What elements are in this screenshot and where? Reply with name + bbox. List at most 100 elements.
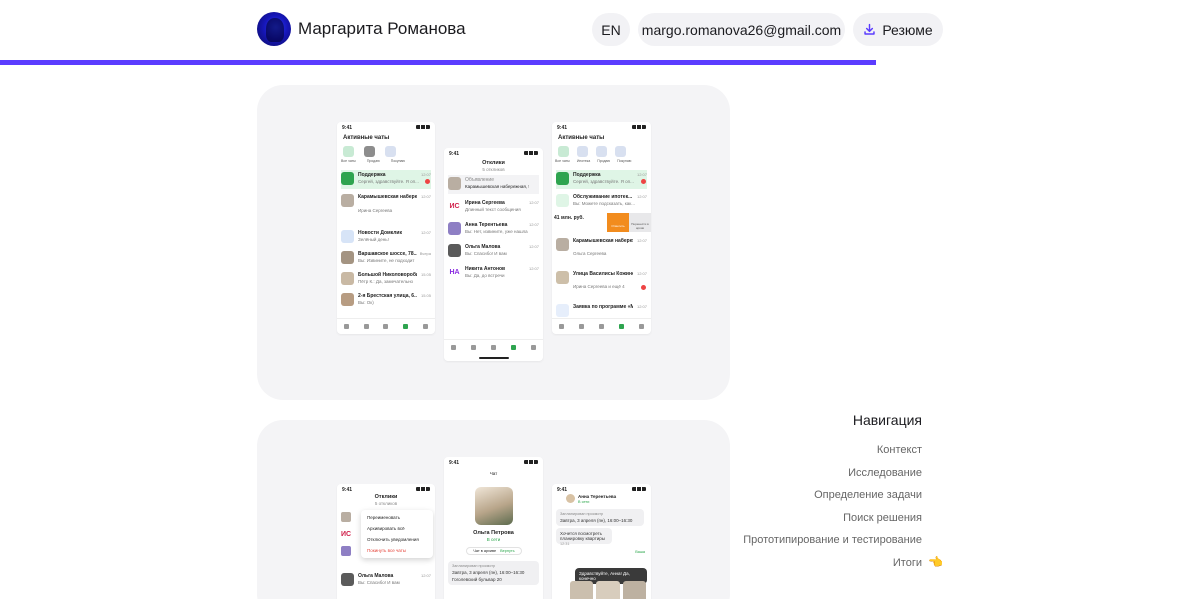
status-time: 9:41: [557, 125, 568, 131]
chat-row[interactable]: Новости Домклик Зелёный день! 12:07: [341, 228, 431, 247]
nav-item-research[interactable]: Исследование: [700, 467, 922, 479]
chat-preview: Зелёный день!: [358, 237, 389, 242]
chat-time: 12:07: [636, 172, 647, 177]
photo-thumbnail[interactable]: [570, 581, 594, 599]
chats-tab-icon[interactable]: [618, 324, 624, 329]
filter-chip[interactable]: [343, 146, 354, 157]
download-icon: [864, 23, 876, 35]
phone-responses-menu: 9:41 Отклики 5 откликов ИС Переименовать…: [337, 484, 435, 599]
filter-chip[interactable]: [385, 146, 396, 157]
message-preview: Вы: Да, до встречи: [465, 273, 505, 278]
online-status: В сети: [578, 500, 590, 504]
profile-tab-icon[interactable]: [422, 324, 428, 329]
person-avatar: [448, 244, 461, 257]
chats-tab-icon[interactable]: [403, 324, 409, 329]
restore-button[interactable]: Вернуть: [500, 549, 514, 553]
meeting-time: Завтра, 3 апреля (пн), 16:00–16:30: [452, 570, 525, 575]
response-row[interactable]: НА Никита Антонов Вы: Да, до встречи 12:…: [448, 264, 539, 283]
phone-chat-profile: 9:41 Чат Ольга Петрова В сети Чат в архи…: [444, 457, 543, 599]
person-photo: [475, 487, 513, 525]
chat-preview: Ольга Сергеева: [573, 251, 607, 256]
search-tab-icon[interactable]: [579, 324, 585, 329]
chat-row[interactable]: 2-я Брестская улица, 6... Вы: Ок) 15.05: [341, 291, 431, 310]
listing-label: Объявление: [465, 177, 494, 183]
photo-thumbnail[interactable]: [596, 581, 620, 599]
status-time: 9:41: [449, 151, 460, 157]
filter-chip[interactable]: [596, 146, 607, 157]
filter-chip[interactable]: [364, 146, 375, 157]
screens-card-2: 9:41 Отклики 5 откликов ИС Переименовать…: [257, 420, 730, 599]
meeting-card[interactable]: Запланирован просмотр Завтра, 3 апреля (…: [556, 509, 644, 526]
mark-action-button[interactable]: Отметить: [607, 213, 629, 232]
person-avatar: [341, 573, 354, 586]
filter-chip[interactable]: [577, 146, 588, 157]
status-icons: [416, 487, 430, 491]
chat-time: 12:07: [636, 238, 647, 243]
menu-item-rename[interactable]: Переименовать: [361, 512, 433, 523]
home-tab-icon[interactable]: [344, 324, 350, 329]
chat-row[interactable]: Карамышевская набережная, 5... Ольга Сер…: [556, 236, 647, 266]
status-time: 9:41: [342, 125, 353, 131]
message-preview: Длинный текст сообщения: [465, 207, 521, 212]
phone-responses: 9:41 Отклики 5 откликов Объявление Карам…: [444, 148, 543, 361]
menu-item-archive-all[interactable]: Архивировать всё: [361, 523, 433, 534]
response-row[interactable]: ИС Ирина Сергеева Длинный текст сообщени…: [448, 198, 539, 217]
person-avatar: [448, 222, 461, 235]
chat-row[interactable]: Улица Василисы Кожиной,... Ирина Сергеев…: [556, 269, 647, 299]
chat-preview: Вы: Можете подсказать, как...: [573, 201, 636, 206]
search-tab-icon[interactable]: [471, 345, 477, 350]
listing-thumbnail: [341, 293, 354, 306]
nav-item-results[interactable]: Итоги: [700, 557, 922, 569]
initials-avatar: ИС: [341, 531, 352, 538]
favorites-tab-icon[interactable]: [383, 324, 389, 329]
chat-row[interactable]: Обслуживание ипотек... Вы: Можете подска…: [556, 192, 647, 211]
listing-row[interactable]: Объявление Карамышевская набережная, 56.…: [448, 175, 539, 194]
chat-preview: Вы: Извините, не подходит: [358, 258, 415, 263]
filter-chip[interactable]: [558, 146, 569, 157]
photo-thumbnail[interactable]: [622, 581, 646, 599]
response-row[interactable]: Анна Терентьева Вы: Нет, извините, уже н…: [448, 220, 539, 239]
email-button[interactable]: margo.romanova26@gmail.com: [638, 13, 845, 46]
phone-active-chats-swipe: 9:41 Активные чаты Все чаты Ипотека Прод…: [552, 122, 651, 334]
meeting-card[interactable]: Запланирован просмотр Завтра, 3 апреля (…: [448, 561, 539, 585]
language-button[interactable]: EN: [592, 13, 630, 46]
archive-action-button[interactable]: Перенести в архив: [629, 213, 651, 232]
chat-row[interactable]: Поддержка Сергей, здравствуйте. Я оп... …: [341, 170, 431, 189]
profile-tab-icon[interactable]: [638, 324, 644, 329]
filter-label: Ипотека: [576, 159, 591, 163]
response-row[interactable]: Ольга Малова Вы: Спасибо! И вам 12:07: [341, 571, 431, 590]
listing-thumbnail: [341, 194, 354, 207]
message-preview: Вы: Спасибо! И вам: [358, 580, 400, 585]
resume-button[interactable]: Резюме: [853, 13, 943, 46]
home-tab-icon[interactable]: [451, 345, 457, 350]
chat-row[interactable]: Большой Николоворобин... Пётр К.: Да, за…: [341, 270, 431, 289]
screen-title: Чат: [489, 471, 498, 476]
swiped-chat-row[interactable]: 41 млн. руб. Отметить Перенести в архив: [552, 213, 651, 232]
home-tab-icon[interactable]: [559, 324, 565, 329]
response-row[interactable]: Ольга Малова Вы: Спасибо! И вам 12:07: [448, 242, 539, 261]
chats-tab-icon[interactable]: [510, 345, 516, 350]
phone-chat-conversation: 9:41 Анна Терентьева В сети Запланирован…: [552, 484, 651, 599]
chat-time: 12:07: [420, 194, 431, 199]
favorites-tab-icon[interactable]: [490, 345, 496, 350]
chat-preview: Сергей, здравствуйте. Я оп...: [573, 179, 634, 184]
nav-item-problem-definition[interactable]: Определение задачи: [700, 489, 922, 501]
meeting-place: Гоголевский бульвар 20: [452, 577, 502, 582]
chat-title: Варшавское шоссе, 78...: [358, 251, 417, 257]
nav-item-context[interactable]: Контекст: [700, 444, 922, 456]
search-tab-icon[interactable]: [363, 324, 369, 329]
nav-item-solution-search[interactable]: Поиск решения: [700, 512, 922, 524]
online-status: В сети: [486, 537, 501, 542]
filter-chip[interactable]: [615, 146, 626, 157]
menu-item-leave-all[interactable]: Покинуть все чаты: [361, 545, 433, 556]
nav-item-prototyping[interactable]: Прототипирование и тестирование: [700, 534, 922, 546]
chat-row[interactable]: Варшавское шоссе, 78... Вы: Извините, не…: [341, 249, 431, 268]
chat-row[interactable]: Карамышевская набережная, 5... Ирина Сер…: [341, 192, 431, 226]
filter-label: Все чаты: [341, 159, 356, 163]
profile-tab-icon[interactable]: [530, 345, 536, 350]
chat-row[interactable]: Поддержка Сергей, здравствуйте. Я оп... …: [556, 170, 647, 189]
favorites-tab-icon[interactable]: [598, 324, 604, 329]
menu-item-mute[interactable]: Отключить уведомления: [361, 534, 433, 545]
listing-thumbnail: [341, 512, 351, 522]
photo-attachments[interactable]: [570, 581, 646, 599]
